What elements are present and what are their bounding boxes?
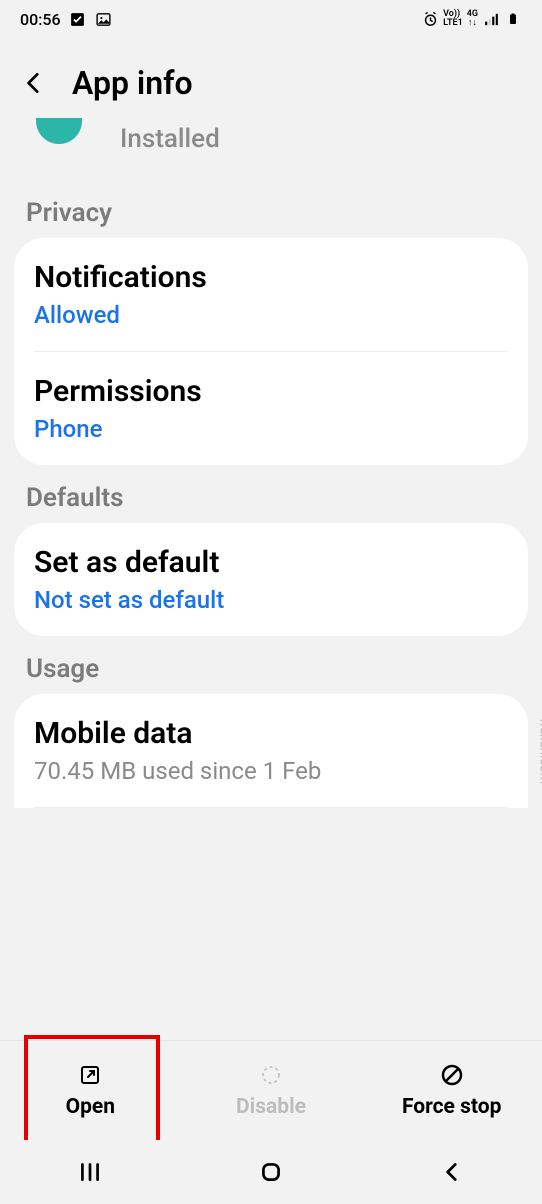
notifications-row[interactable]: Notifications Allowed <box>14 238 528 351</box>
mobile-data-value: 70.45 MB used since 1 Feb <box>34 757 508 785</box>
app-icon <box>36 118 82 144</box>
set-default-title: Set as default <box>34 545 508 580</box>
chevron-left-icon <box>439 1159 465 1185</box>
permissions-row[interactable]: Permissions Phone <box>14 352 528 465</box>
status-left: 00:56 <box>20 10 113 29</box>
section-header-usage: Usage <box>0 636 542 694</box>
usage-card: Mobile data 70.45 MB used since 1 Feb <box>14 694 528 808</box>
force-stop-label: Force stop <box>402 1095 501 1119</box>
nav-back-button[interactable] <box>412 1152 492 1192</box>
set-default-row[interactable]: Set as default Not set as default <box>14 523 528 636</box>
divider <box>34 807 508 808</box>
chevron-left-icon <box>21 70 47 96</box>
disable-button: Disable <box>181 1041 362 1140</box>
set-default-value: Not set as default <box>34 586 508 614</box>
force-stop-button[interactable]: Force stop <box>361 1041 542 1140</box>
volte-label: Vo)) LTE1 <box>443 10 463 28</box>
alarm-icon <box>421 10 439 28</box>
mobile-data-row[interactable]: Mobile data 70.45 MB used since 1 Feb <box>14 694 528 807</box>
section-header-privacy: Privacy <box>0 180 542 238</box>
app-summary-row: Installed <box>0 120 542 180</box>
permissions-value: Phone <box>34 415 508 443</box>
disable-label: Disable <box>236 1095 306 1119</box>
image-icon <box>95 10 113 28</box>
status-bar: 00:56 Vo)) LTE1 4G ↑↓ <box>0 0 542 38</box>
permissions-title: Permissions <box>34 374 508 409</box>
open-label: Open <box>66 1095 115 1119</box>
open-icon <box>78 1063 102 1091</box>
status-right: Vo)) LTE1 4G ↑↓ <box>421 10 522 28</box>
bottom-action-bar: Open Disable Force stop <box>0 1040 542 1140</box>
notifications-title: Notifications <box>34 260 508 295</box>
clock: 00:56 <box>20 10 61 29</box>
recents-icon <box>77 1159 103 1185</box>
section-header-defaults: Defaults <box>0 465 542 523</box>
defaults-card: Set as default Not set as default <box>14 523 528 636</box>
open-button[interactable]: Open <box>0 1041 181 1140</box>
home-button[interactable] <box>231 1152 311 1192</box>
data-arrows-icon: ↑↓ <box>468 19 477 28</box>
force-stop-icon <box>440 1063 464 1091</box>
signal-icon <box>482 10 500 28</box>
privacy-card: Notifications Allowed Permissions Phone <box>14 238 528 465</box>
notifications-value: Allowed <box>34 301 508 329</box>
watermark: wsxdn.com <box>536 718 542 784</box>
recents-button[interactable] <box>50 1152 130 1192</box>
disable-icon <box>259 1063 283 1091</box>
app-install-status: Installed <box>120 124 220 154</box>
mobile-data-title: Mobile data <box>34 716 508 751</box>
page-title: App info <box>72 64 193 102</box>
home-icon <box>258 1159 284 1185</box>
battery-icon <box>504 10 522 28</box>
checkbox-icon <box>69 10 87 28</box>
network-gen: 4G ↑↓ <box>467 10 478 28</box>
app-header: App info <box>0 38 542 120</box>
navigation-bar <box>0 1140 542 1204</box>
back-button[interactable] <box>20 69 48 97</box>
